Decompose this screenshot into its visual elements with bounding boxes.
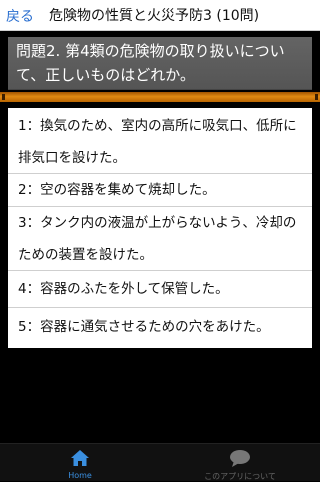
home-icon — [69, 448, 91, 470]
tab-home[interactable]: Home — [0, 444, 160, 481]
answer-option-5[interactable]: 5：容器に通気させるための穴をあけた。 — [8, 308, 312, 346]
tab-home-label: Home — [68, 471, 92, 480]
answer-option-2[interactable]: 2：空の容器を集めて焼却した。 — [8, 174, 312, 207]
back-button[interactable]: 戻る — [6, 6, 34, 26]
bottom-tab-bar: Home このアプリについて — [0, 443, 320, 481]
top-bar: 戻る 危険物の性質と火災予防3 (10問) — [0, 0, 320, 31]
page-title: 危険物の性質と火災予防3 (10問) — [49, 8, 260, 24]
answer-list: 1：換気のため、室内の高所に吸気口、低所に排気口を設けた。 2：空の容器を集めて… — [8, 108, 312, 348]
question-text: 問題2. 第4類の危険物の取り扱いについて、正しいものはどれか。 — [16, 42, 285, 84]
tab-about[interactable]: このアプリについて — [160, 444, 320, 481]
answer-option-3[interactable]: 3：タンク内の液温が上がらないよう、冷却のための装置を設けた。 — [8, 207, 312, 271]
answer-option-4[interactable]: 4：容器のふたを外して保管した。 — [8, 271, 312, 308]
question-box: 問題2. 第4類の危険物の取り扱いについて、正しいものはどれか。 — [8, 37, 312, 90]
tab-about-label: このアプリについて — [204, 472, 276, 481]
decorative-divider — [0, 92, 320, 102]
answer-option-1[interactable]: 1：換気のため、室内の高所に吸気口、低所に排気口を設けた。 — [8, 110, 312, 174]
speech-bubble-icon — [228, 448, 252, 470]
